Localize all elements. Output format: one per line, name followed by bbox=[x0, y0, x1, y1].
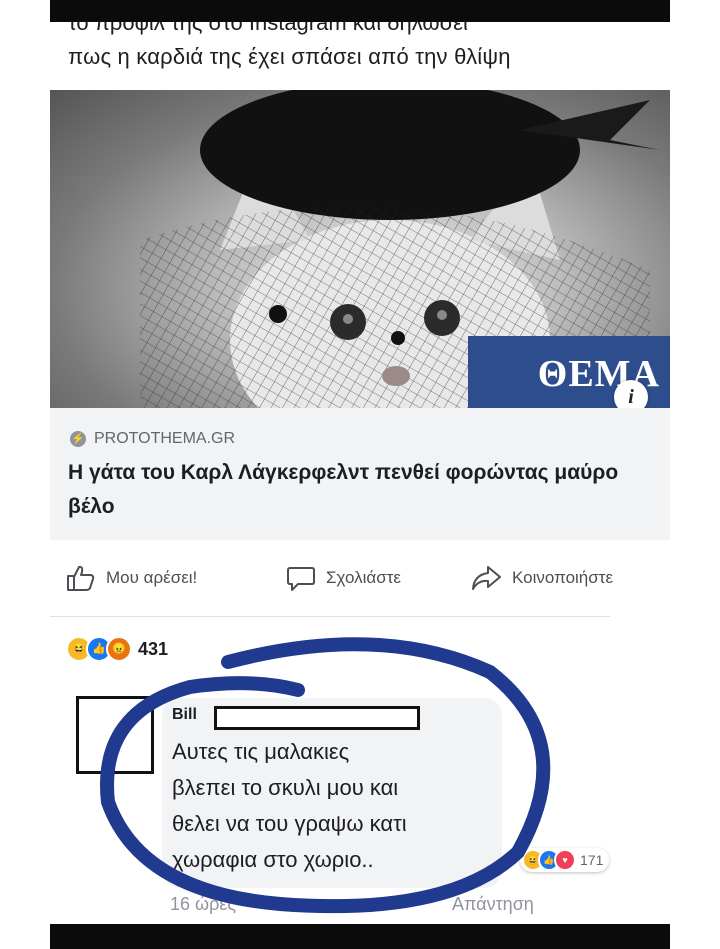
bottom-black-bar bbox=[50, 924, 670, 949]
redacted-surname-box bbox=[214, 706, 420, 730]
comment-bubble-icon bbox=[287, 567, 315, 591]
article-photo[interactable]: ΘΕΜΑ i bbox=[50, 90, 670, 408]
info-icon[interactable]: i bbox=[614, 380, 648, 408]
love-icon: ♥ bbox=[554, 849, 576, 871]
post-reactions[interactable]: 😆 👍 😠 431 bbox=[66, 636, 168, 662]
reply-link[interactable]: Απάντηση bbox=[452, 894, 534, 915]
comment-text: Αυτες τις μαλακιες βλεπει το σκυλι μου κ… bbox=[172, 734, 407, 878]
share-button[interactable]: Κοινοποιήστε bbox=[470, 564, 613, 592]
left-margin bbox=[0, 0, 50, 949]
thumbs-up-icon bbox=[67, 565, 95, 591]
facebook-post: το προφίλ της στο Instagram και δηλώσει … bbox=[50, 22, 670, 924]
avatar[interactable] bbox=[76, 696, 154, 774]
share-label: Κοινοποιήστε bbox=[512, 568, 614, 587]
comment-label: Σχολιάστε bbox=[326, 568, 401, 587]
link-source: ⚡ PROTOTHEMA.GR bbox=[70, 430, 235, 448]
comment-reaction-count: 171 bbox=[580, 852, 604, 868]
comment-author[interactable]: Bill bbox=[172, 706, 197, 724]
top-black-bar bbox=[50, 0, 670, 22]
divider bbox=[50, 616, 610, 617]
comment-line: Αυτες τις μαλακιες bbox=[172, 739, 350, 764]
share-arrow-icon bbox=[472, 566, 501, 590]
post-actions: Μου αρέσει! Σχολιάστε Κοινοποιήστε bbox=[50, 554, 670, 600]
like-button[interactable]: Μου αρέσει! bbox=[66, 564, 197, 592]
comment-reactions[interactable]: 😆 👍 ♥ 171 bbox=[520, 848, 610, 872]
reaction-count: 431 bbox=[138, 638, 169, 659]
angry-icon: 😠 bbox=[106, 636, 132, 662]
link-title[interactable]: Η γάτα του Καρλ Λάγκερφελντ πενθεί φορών… bbox=[68, 456, 628, 524]
comment-line: βλεπει το σκυλι μου και bbox=[172, 775, 399, 800]
comment-button[interactable]: Σχολιάστε bbox=[286, 564, 401, 592]
headline-line-1: το προφίλ της στο Instagram και δηλώσει bbox=[68, 22, 468, 35]
like-label: Μου αρέσει! bbox=[106, 568, 198, 587]
headline-line-2: πως η καρδιά της έχει σπάσει από την θλί… bbox=[68, 44, 511, 69]
comment-line: θελει να του γραψω κατι bbox=[172, 811, 407, 836]
comment-line: χωραφια στο χωριο.. bbox=[172, 847, 374, 872]
link-preview[interactable]: ⚡ PROTOTHEMA.GR Η γάτα του Καρλ Λάγκερφε… bbox=[50, 408, 670, 540]
source-domain: PROTOTHEMA.GR bbox=[94, 430, 236, 447]
comment-timestamp[interactable]: 16 ώρες bbox=[170, 894, 236, 915]
instant-article-icon: ⚡ bbox=[70, 431, 86, 447]
right-margin bbox=[670, 0, 720, 949]
comment-bubble: Bill Αυτες τις μαλακιες βλεπει το σκυλι … bbox=[162, 698, 502, 888]
